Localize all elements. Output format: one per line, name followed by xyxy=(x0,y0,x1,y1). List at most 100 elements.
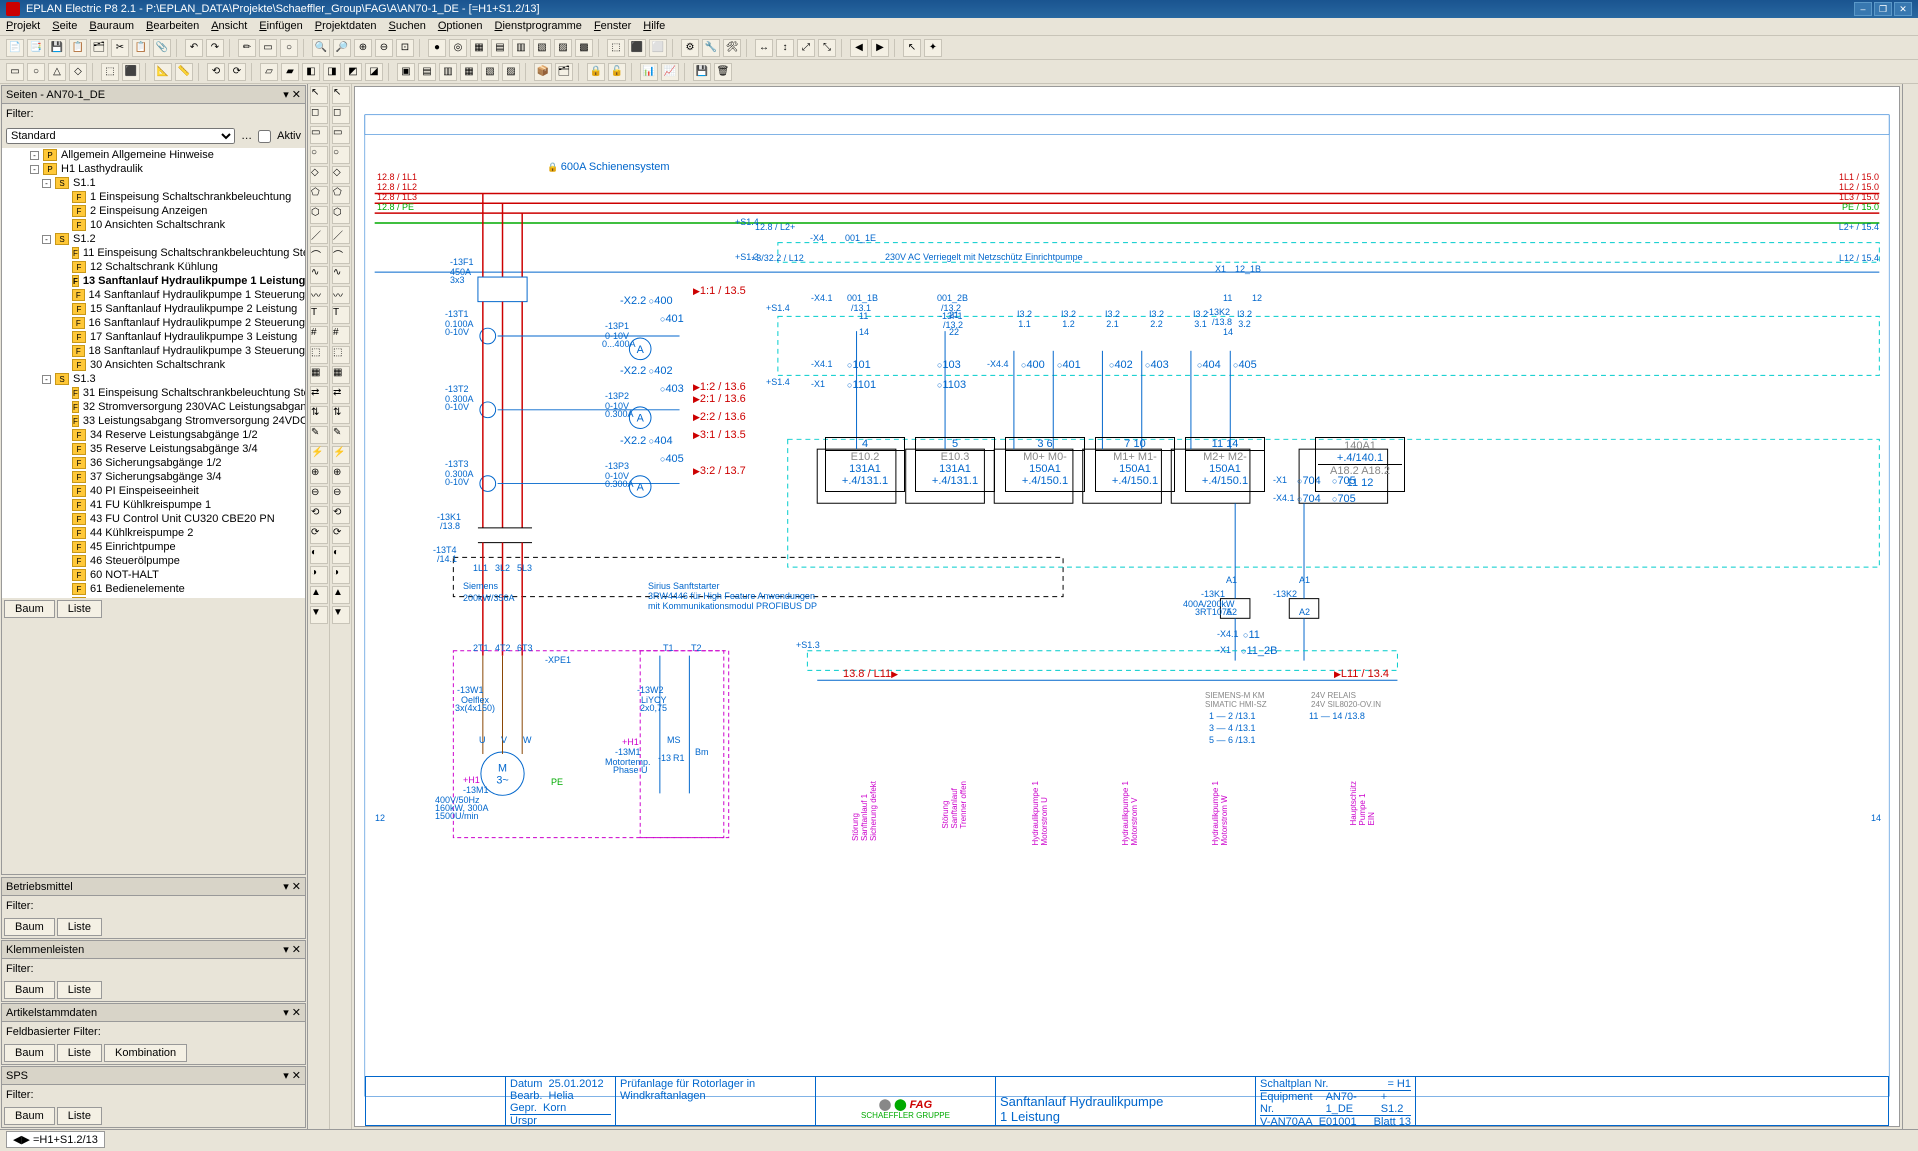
tree-item-13[interactable]: F17 Sanftanlauf Hydraulikpumpe 3 Leistun… xyxy=(2,330,305,344)
toolbar-btn-35[interactable]: ⚙ xyxy=(681,39,699,57)
toolbar-btn-3[interactable]: 📋 xyxy=(69,39,87,57)
scrollbar-v[interactable] xyxy=(1902,84,1918,1129)
toolbar-btn-19[interactable]: ◪ xyxy=(365,63,383,81)
toolbar-btn-26[interactable]: ▨ xyxy=(502,63,520,81)
page-tree[interactable]: -PAllgemein Allgemeine Hinweise-PH1 Last… xyxy=(2,148,305,598)
tree-item-15[interactable]: F30 Ansichten Schaltschrank xyxy=(2,358,305,372)
toolbar-btn-16[interactable]: ◧ xyxy=(302,63,320,81)
vtool-btn-19[interactable]: ⊕ xyxy=(332,466,350,484)
vtool-btn-25[interactable]: ▲ xyxy=(332,586,350,604)
toolbar-btn-7[interactable]: 📎 xyxy=(153,39,171,57)
toolbar-btn-33[interactable]: ⬜ xyxy=(649,39,667,57)
vtool-btn-20[interactable]: ⊖ xyxy=(332,486,350,504)
tree-item-18[interactable]: F32 Stromversorgung 230VAC Leistungsabga… xyxy=(2,400,305,414)
toolbar-btn-31[interactable]: 🔒 xyxy=(587,63,605,81)
tree-item-23[interactable]: F37 Sicherungsabgänge 3/4 xyxy=(2,470,305,484)
toolbar-btn-16[interactable]: 🔍 xyxy=(312,39,330,57)
vtool-btn-6[interactable]: ⬡ xyxy=(332,206,350,224)
toolbar-btn-20[interactable]: ⊡ xyxy=(396,39,414,57)
toolbar-btn-3[interactable]: ◇ xyxy=(69,63,87,81)
toolbar-btn-31[interactable]: ⬚ xyxy=(607,39,625,57)
vtool-btn-2[interactable]: ▭ xyxy=(332,126,350,144)
vtool-btn-10[interactable]: 〰 xyxy=(332,286,350,304)
toolbar-btn-29[interactable]: ▩ xyxy=(575,39,593,57)
tree-item-30[interactable]: F60 NOT-HALT xyxy=(2,568,305,582)
vtool-btn-24[interactable]: ◑ xyxy=(332,566,350,584)
tree-item-8[interactable]: F12 Schaltschrank Kühlung xyxy=(2,260,305,274)
vtool-btn-26[interactable]: ▼ xyxy=(332,606,350,624)
tree-item-28[interactable]: F45 Einrichtpumpe xyxy=(2,540,305,554)
vtool-btn-4[interactable]: ◇ xyxy=(310,166,328,184)
vtool-btn-6[interactable]: ⬡ xyxy=(310,206,328,224)
tree-item-12[interactable]: F16 Sanftanlauf Hydraulikpumpe 2 Steueru… xyxy=(2,316,305,330)
tree-item-7[interactable]: F11 Einspeisung Schaltschrankbeleuchtung… xyxy=(2,246,305,260)
tree-item-22[interactable]: F36 Sicherungsabgänge 1/2 xyxy=(2,456,305,470)
menu-suchen[interactable]: Suchen xyxy=(389,20,426,33)
vtool-btn-21[interactable]: ⟲ xyxy=(332,506,350,524)
subpanel-2-tab-baum[interactable]: Baum xyxy=(4,1044,55,1062)
toolbar-btn-5[interactable]: ✂ xyxy=(111,39,129,57)
vtool-btn-11[interactable]: T xyxy=(332,306,350,324)
vtool-btn-18[interactable]: ⚡ xyxy=(310,446,328,464)
vtool-btn-17[interactable]: ✎ xyxy=(332,426,350,444)
vtool-btn-20[interactable]: ⊖ xyxy=(310,486,328,504)
toolbar-btn-22[interactable]: ▤ xyxy=(418,63,436,81)
toolbar-btn-0[interactable]: ▭ xyxy=(6,63,24,81)
vtool-btn-15[interactable]: ⇄ xyxy=(332,386,350,404)
vtool-btn-9[interactable]: ∿ xyxy=(310,266,328,284)
subpanel-0-close[interactable]: ▾ ✕ xyxy=(283,880,301,893)
toolbar-btn-6[interactable]: 📋 xyxy=(132,39,150,57)
subpanel-2-tab-kombination[interactable]: Kombination xyxy=(104,1044,187,1062)
toolbar-btn-10[interactable]: ↷ xyxy=(206,39,224,57)
vtool-btn-5[interactable]: ⬠ xyxy=(332,186,350,204)
toolbar-btn-40[interactable]: ↕ xyxy=(776,39,794,57)
toolbar-btn-39[interactable]: ↔ xyxy=(755,39,773,57)
subpanel-3-tab-liste[interactable]: Liste xyxy=(57,1107,102,1125)
toolbar-btn-28[interactable]: 📦 xyxy=(534,63,552,81)
toolbar-btn-13[interactable]: ▭ xyxy=(259,39,277,57)
tree-item-21[interactable]: F35 Reserve Leistungsabgänge 3/4 xyxy=(2,442,305,456)
tree-item-6[interactable]: -SS1.2 xyxy=(2,232,305,246)
toolbar-btn-9[interactable]: ↶ xyxy=(185,39,203,57)
tree-item-19[interactable]: F33 Leistungsabgang Stromversorgung 24VD… xyxy=(2,414,305,428)
toolbar-btn-9[interactable]: 📏 xyxy=(175,63,193,81)
minimize-button[interactable]: – xyxy=(1854,2,1872,16)
drawing-canvas[interactable]: M 3~ A A A xyxy=(354,86,1900,1127)
subpanel-0-tab-liste[interactable]: Liste xyxy=(57,918,102,936)
toolbar-btn-19[interactable]: ⊖ xyxy=(375,39,393,57)
toolbar-btn-1[interactable]: ○ xyxy=(27,63,45,81)
toolbar-btn-15[interactable]: ▰ xyxy=(281,63,299,81)
menu-hilfe[interactable]: Hilfe xyxy=(643,20,665,33)
toolbar-btn-23[interactable]: ▥ xyxy=(439,63,457,81)
tree-item-25[interactable]: F41 FU Kühlkreispumpe 1 xyxy=(2,498,305,512)
maximize-button[interactable]: ❐ xyxy=(1874,2,1892,16)
toolbar-btn-14[interactable]: ▱ xyxy=(260,63,278,81)
vtool-btn-10[interactable]: 〰 xyxy=(310,286,328,304)
vtool-btn-21[interactable]: ⟲ xyxy=(310,506,328,524)
vtool-btn-22[interactable]: ⟳ xyxy=(310,526,328,544)
tree-item-5[interactable]: F10 Ansichten Schaltschrank xyxy=(2,218,305,232)
vtool-btn-7[interactable]: ／ xyxy=(332,226,350,244)
toolbar-btn-23[interactable]: ◎ xyxy=(449,39,467,57)
subpanel-2-close[interactable]: ▾ ✕ xyxy=(283,1006,301,1019)
vtool-btn-7[interactable]: ／ xyxy=(310,226,328,244)
toolbar-btn-48[interactable]: ✦ xyxy=(924,39,942,57)
vtool-btn-16[interactable]: ⇅ xyxy=(332,406,350,424)
vtool-btn-0[interactable]: ↖ xyxy=(332,86,350,104)
vtool-btn-24[interactable]: ◑ xyxy=(310,566,328,584)
toolbar-btn-44[interactable]: ◀ xyxy=(850,39,868,57)
toolbar-btn-17[interactable]: 🔎 xyxy=(333,39,351,57)
subpanel-3-tab-baum[interactable]: Baum xyxy=(4,1107,55,1125)
vtool-btn-18[interactable]: ⚡ xyxy=(332,446,350,464)
tree-item-24[interactable]: F40 PI Einspeiseeinheit xyxy=(2,484,305,498)
subpanel-1-close[interactable]: ▾ ✕ xyxy=(283,943,301,956)
tree-item-3[interactable]: F1 Einspeisung Schaltschrankbeleuchtung xyxy=(2,190,305,204)
vtool-btn-1[interactable]: ◻ xyxy=(332,106,350,124)
tree-item-11[interactable]: F15 Sanftanlauf Hydraulikpumpe 2 Leistun… xyxy=(2,302,305,316)
toolbar-btn-24[interactable]: ▦ xyxy=(460,63,478,81)
nav-tab-liste[interactable]: Liste xyxy=(57,600,102,618)
close-button[interactable]: ✕ xyxy=(1894,2,1912,16)
toolbar-btn-28[interactable]: ▨ xyxy=(554,39,572,57)
toolbar-btn-29[interactable]: 🗂 xyxy=(555,63,573,81)
tree-item-29[interactable]: F46 Steuerölpumpe xyxy=(2,554,305,568)
